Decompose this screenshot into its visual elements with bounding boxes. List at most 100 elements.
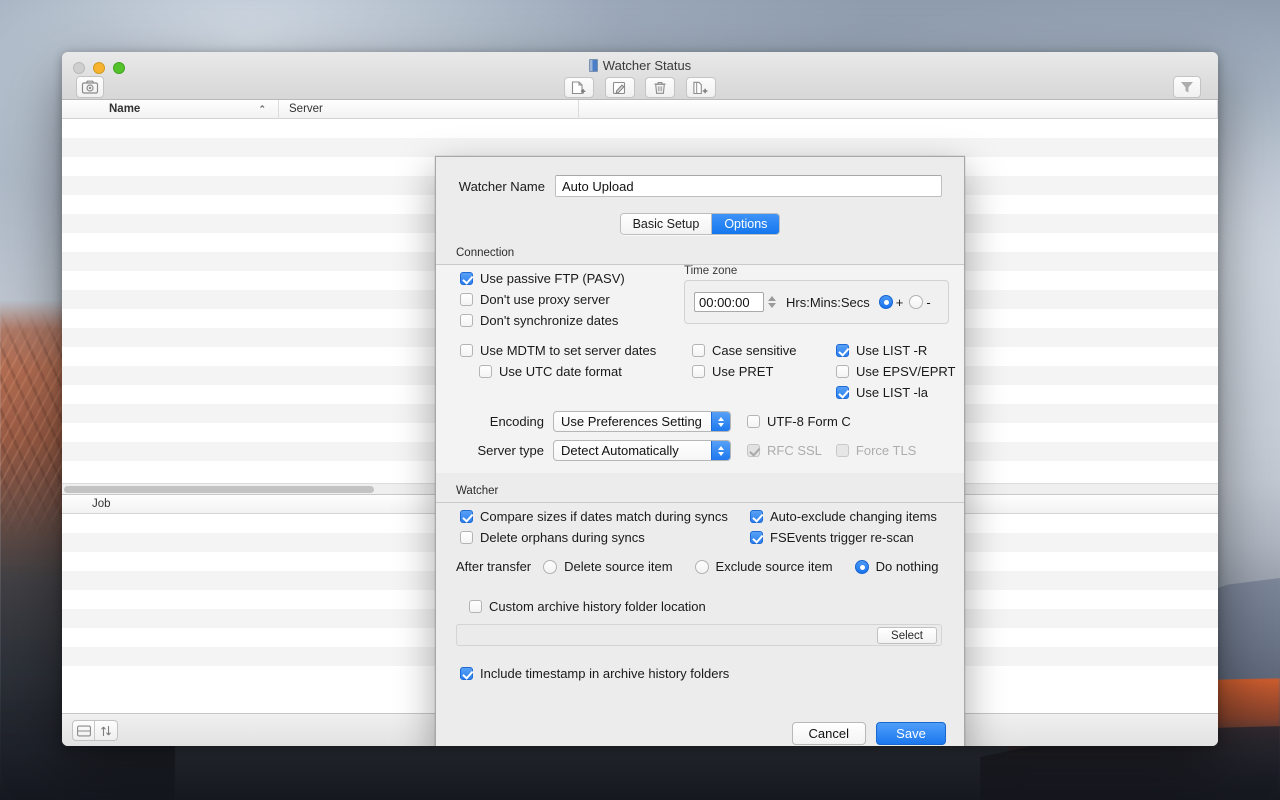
connection-list-1-checkbox[interactable]: Use EPSV/EPRT [836,364,964,379]
checkbox-box [835,444,849,457]
watcher-left-0-label: Compare sizes if dates match during sync… [480,509,728,524]
connection-mid-0-label: Case sensitive [712,343,797,358]
timezone-minus-radio[interactable] [909,295,924,309]
custom-archive-location-label: Custom archive history folder location [489,599,706,614]
connection-option-2-label: Don't synchronize dates [480,313,619,328]
section-label-connection: Connection [456,247,515,259]
timezone-stepper[interactable] [766,292,778,312]
radio-dot [694,559,709,574]
duplicate-watcher-button[interactable] [685,77,716,98]
duplicate-add-icon [693,81,708,94]
toolbar-right-group [1170,76,1204,98]
connection-option-0-label: Use passive FTP (PASV) [480,271,625,286]
trash-icon [654,81,666,94]
watcher-options-sheet: Watcher Name Basic Setup Options Connect… [435,156,965,746]
connection-option-1-checkbox[interactable]: Don't use proxy server [460,292,625,307]
cancel-button[interactable]: Cancel [791,722,866,745]
section-label-watcher: Watcher [456,485,499,497]
tab-options[interactable]: Options [711,214,780,234]
pencil-edit-icon [612,81,625,94]
edit-watcher-button[interactable] [604,77,635,98]
encoding-select[interactable]: Use Preferences Setting [553,411,731,432]
watcher-right-1-checkbox[interactable]: FSEvents trigger re-scan [750,530,937,545]
timezone-minus-label: - [926,294,931,310]
watcher-left-1-checkbox[interactable]: Delete orphans during syncs [460,530,728,545]
encoding-value: Use Preferences Setting [561,414,702,429]
timezone-box: Hrs:Mins:Secs + - [684,280,949,324]
after-transfer-delete-label: Delete source item [564,559,673,574]
radio-dot [543,559,558,574]
select-folder-button[interactable]: Select [877,627,937,644]
delete-watcher-button[interactable] [645,77,676,98]
save-button[interactable]: Save [876,722,946,745]
connection-mdtm-1-checkbox[interactable]: Use UTC date format [479,364,684,379]
connection-option-0-checkbox[interactable]: Use passive FTP (PASV) [460,271,625,286]
archive-path-field[interactable]: Select [456,624,942,646]
toolbar-center-group [62,77,1218,98]
server-type-row: Server type Detect Automatically RFC SSL… [436,440,964,473]
transfer-queue-button[interactable] [95,721,117,740]
connection-mdtm-0-checkbox[interactable]: Use MDTM to set server dates [460,343,684,358]
connection-mid-0-checkbox[interactable]: Case sensitive [692,343,822,358]
after-transfer-exclude-label: Exclude source item [715,559,833,574]
checkbox-box [836,365,849,378]
connection-list-2-checkbox[interactable]: Use LIST -la [836,385,964,400]
timezone-sign-group: + - [878,294,937,310]
watcher-right-1-label: FSEvents trigger re-scan [770,530,914,545]
checkbox-box [747,444,760,457]
checkbox-box [750,510,763,523]
checkbox-box [836,386,849,399]
rfc-ssl-checkbox: RFC SSL [747,443,822,458]
statusbar-segmented-control [72,720,118,741]
after-transfer-exclude-radio[interactable]: Exclude source item [694,559,833,574]
utf8-form-c-label: UTF-8 Form C [767,414,851,429]
connection-list-0-checkbox[interactable]: Use LIST -R [836,343,964,358]
timezone-offset-input[interactable] [694,292,764,312]
new-watcher-button[interactable] [564,77,595,98]
watcher-left-0-checkbox[interactable]: Compare sizes if dates match during sync… [460,509,728,524]
checkbox-box [469,600,482,613]
watcher-name-label: Watcher Name [458,178,545,194]
connection-list-0-label: Use LIST -R [856,343,928,358]
utf8-form-c-checkbox[interactable]: UTF-8 Form C [747,414,851,429]
connection-list-1-label: Use EPSV/EPRT [856,364,956,379]
chevron-updown-icon [711,441,730,460]
watcher-panel: Compare sizes if dates match during sync… [436,503,964,581]
chevron-updown-icon [711,412,730,431]
checkbox-box [836,344,849,357]
column-header-name[interactable]: Name ⌃ [62,99,279,119]
tab-basic-setup[interactable]: Basic Setup [620,214,712,234]
funnel-filter-icon [1181,82,1193,93]
timezone-label: Time zone [684,265,738,277]
custom-archive-location-checkbox[interactable]: Custom archive history folder location [469,599,706,614]
watcher-list-header: Name ⌃ Server [62,99,1218,119]
server-type-select[interactable]: Detect Automatically [553,440,731,461]
watcher-right-0-checkbox[interactable]: Auto-exclude changing items [750,509,937,524]
after-transfer-nothing-label: Do nothing [875,559,939,574]
watcher-name-input[interactable] [555,175,942,197]
checkbox-box [460,531,473,544]
scrollbar-thumb[interactable] [64,486,374,493]
column-header-server[interactable]: Server [279,99,579,119]
table-row[interactable] [62,138,1218,157]
after-transfer-nothing-radio[interactable]: Do nothing [854,559,939,574]
toggle-panel-button[interactable] [73,721,95,740]
checkbox-box [460,344,473,357]
after-transfer-delete-radio[interactable]: Delete source item [543,559,673,574]
window-titlebar[interactable]: Watcher Status [62,52,1218,100]
force-tls-label: Force TLS [855,443,917,458]
tab-segmented-control: Basic Setup Options [619,213,781,235]
server-type-label: Server type [477,443,544,458]
timezone-plus-radio[interactable] [878,295,893,309]
connection-option-2-checkbox[interactable]: Don't synchronize dates [460,313,625,328]
checkbox-box [692,344,705,357]
include-timestamp-checkbox[interactable]: Include timestamp in archive history fol… [460,666,729,681]
sort-ascending-icon: ⌃ [258,103,266,114]
table-row[interactable] [62,119,1218,138]
timezone-unit-label: Hrs:Mins:Secs [786,294,870,310]
stepper-down-icon [768,303,776,308]
connection-mid-1-checkbox[interactable]: Use PRET [692,364,822,379]
filter-button[interactable] [1173,76,1201,98]
checkbox-box [460,293,473,306]
column-header-extra[interactable] [579,99,1218,119]
